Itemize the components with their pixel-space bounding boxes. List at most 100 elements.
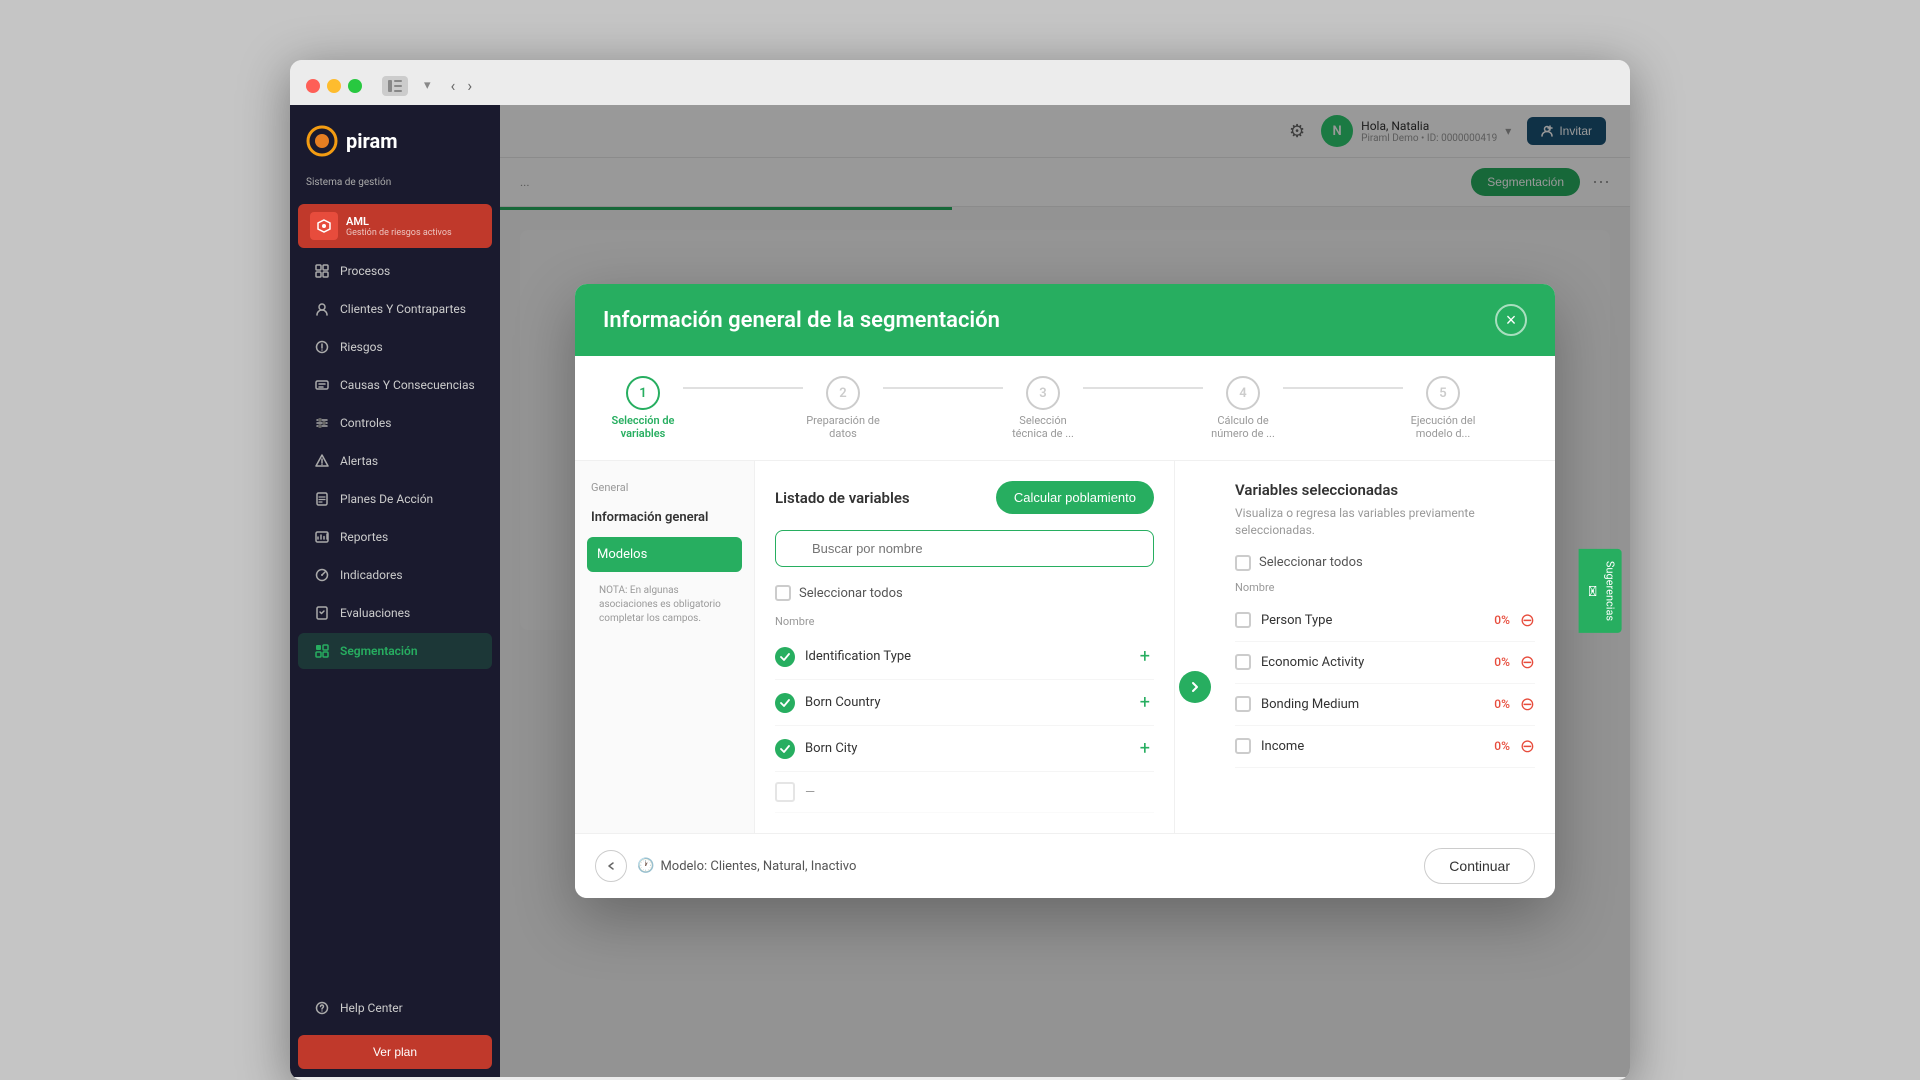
- app-logo: piram: [290, 105, 500, 177]
- step-2[interactable]: 2 Preparación de datos: [803, 376, 883, 440]
- variables-panel: Listado de variables Calcular poblamient…: [755, 461, 1175, 833]
- riesgos-label: Riesgos: [340, 340, 383, 354]
- var-born-country-checkbox[interactable]: [775, 693, 795, 713]
- aml-label: AML: [346, 215, 452, 228]
- sidebar-item-planes[interactable]: Planes De Acción: [298, 481, 492, 517]
- clientes-icon: [314, 301, 330, 317]
- step-2-label: Preparación de datos: [803, 414, 883, 440]
- sidebar-item-indicadores[interactable]: Indicadores: [298, 557, 492, 593]
- step-4-label: Cálculo de número de ...: [1203, 414, 1283, 440]
- modal-sidebar-modelos[interactable]: Modelos: [587, 537, 742, 572]
- selected-panel: Variables seleccionadas Visualiza o regr…: [1215, 461, 1555, 833]
- sidebar-item-evaluaciones[interactable]: Evaluaciones: [298, 595, 492, 631]
- var-born-country-add-button[interactable]: +: [1136, 690, 1154, 715]
- modal-note: NOTA: En algunas asociaciones es obligat…: [587, 572, 742, 638]
- sel-bonding-medium-checkbox[interactable]: [1235, 696, 1251, 712]
- sidebar-toggle-button[interactable]: [382, 76, 408, 96]
- alertas-icon: [314, 453, 330, 469]
- selected-select-all-label: Seleccionar todos: [1259, 555, 1363, 570]
- close-window-button[interactable]: [306, 79, 320, 93]
- modal-title: Información general de la segmentación: [603, 308, 1000, 333]
- variables-col-header: Nombre: [775, 615, 1154, 628]
- aml-icon: [310, 212, 338, 240]
- fullscreen-window-button[interactable]: [348, 79, 362, 93]
- var-id-type-checkbox[interactable]: [775, 647, 795, 667]
- sel-bonding-medium-label: Bonding Medium: [1261, 697, 1484, 712]
- step-4[interactable]: 4 Cálculo de número de ...: [1203, 376, 1283, 440]
- selected-select-all-checkbox[interactable]: [1235, 555, 1251, 571]
- select-all-checkbox[interactable]: [775, 585, 791, 601]
- sel-income-label: Income: [1261, 739, 1484, 754]
- aml-sublabel: Gestión de riesgos activos: [346, 228, 452, 238]
- selected-item-person-type: Person Type 0% ⊖: [1235, 600, 1535, 642]
- modal-sidebar: General Información general Modelos NOTA…: [575, 461, 755, 833]
- minimize-window-button[interactable]: [327, 79, 341, 93]
- forward-nav-button[interactable]: ›: [463, 74, 476, 97]
- back-nav-button[interactable]: ‹: [447, 74, 460, 97]
- sidebar-item-help[interactable]: Help Center: [298, 990, 492, 1026]
- step-1[interactable]: 1 Selección de variables: [603, 376, 683, 440]
- footer-left: 🕐 Modelo: Clientes, Natural, Inactivo: [595, 850, 856, 882]
- sel-income-checkbox[interactable]: [1235, 738, 1251, 754]
- transfer-arrow-button[interactable]: [1179, 671, 1211, 703]
- calcular-poblamiento-button[interactable]: Calcular poblamiento: [996, 481, 1154, 514]
- selected-panel-subtitle: Visualiza o regresa las variables previa…: [1235, 505, 1535, 539]
- sugerencias-tab[interactable]: Sugerencias ✉: [1578, 549, 1621, 633]
- sel-economic-activity-percent: 0%: [1494, 655, 1510, 669]
- sidebar-item-clientes[interactable]: Clientes Y Contrapartes: [298, 291, 492, 327]
- evaluaciones-label: Evaluaciones: [340, 606, 410, 620]
- help-icon: [314, 1000, 330, 1016]
- select-all-row: Seleccionar todos: [775, 581, 1154, 605]
- search-wrapper: 🔍: [775, 530, 1154, 567]
- planes-label: Planes De Acción: [340, 492, 433, 506]
- sel-person-type-checkbox[interactable]: [1235, 612, 1251, 628]
- var-id-type-add-button[interactable]: +: [1136, 644, 1154, 669]
- sidebar-item-aml[interactable]: AML Gestión de riesgos activos: [298, 204, 492, 248]
- reportes-label: Reportes: [340, 530, 388, 544]
- continuar-button[interactable]: Continuar: [1424, 848, 1535, 884]
- selected-col-header: Nombre: [1235, 581, 1535, 594]
- model-indicator: 🕐 Modelo: Clientes, Natural, Inactivo: [637, 858, 856, 874]
- sel-income-remove-button[interactable]: ⊖: [1520, 736, 1535, 757]
- search-input[interactable]: [775, 530, 1154, 567]
- variables-panel-title: Listado de variables: [775, 489, 910, 507]
- sel-bonding-medium-remove-button[interactable]: ⊖: [1520, 694, 1535, 715]
- sel-income-percent: 0%: [1494, 739, 1510, 753]
- sel-economic-activity-checkbox[interactable]: [1235, 654, 1251, 670]
- modal-overlay: Información general de la segmentación ×…: [500, 105, 1630, 1077]
- clientes-label: Clientes Y Contrapartes: [340, 302, 466, 316]
- modal-sidebar-section-label: Información general: [587, 510, 742, 525]
- var-born-city-add-button[interactable]: +: [1136, 736, 1154, 761]
- selected-item-income: Income 0% ⊖: [1235, 726, 1535, 768]
- modal-content: Listado de variables Calcular poblamient…: [755, 461, 1555, 833]
- step-5[interactable]: 5 Ejecución del modelo d...: [1403, 376, 1483, 440]
- sel-economic-activity-label: Economic Activity: [1261, 655, 1484, 670]
- modal-close-button[interactable]: ×: [1495, 304, 1527, 336]
- var-born-city-label: Born City: [805, 741, 1126, 756]
- sugerencias-mail-icon: ✉: [1583, 585, 1599, 597]
- sel-economic-activity-remove-button[interactable]: ⊖: [1520, 652, 1535, 673]
- sidebar-item-controles[interactable]: Controles: [298, 405, 492, 441]
- sel-person-type-remove-button[interactable]: ⊖: [1520, 610, 1535, 631]
- footer-back-button[interactable]: [595, 850, 627, 882]
- modal-footer: 🕐 Modelo: Clientes, Natural, Inactivo Co…: [575, 833, 1555, 898]
- model-label: Modelo: Clientes, Natural, Inactivo: [660, 859, 856, 874]
- selected-item-economic-activity: Economic Activity 0% ⊖: [1235, 642, 1535, 684]
- sidebar-item-alertas[interactable]: Alertas: [298, 443, 492, 479]
- sidebar-item-reportes[interactable]: Reportes: [298, 519, 492, 555]
- step-3[interactable]: 3 Selección técnica de ...: [1003, 376, 1083, 440]
- var-born-city-checkbox[interactable]: [775, 739, 795, 759]
- sidebar-item-procesos[interactable]: Procesos: [298, 253, 492, 289]
- sidebar-item-segmentacion[interactable]: Segmentación: [298, 633, 492, 669]
- sel-person-type-percent: 0%: [1494, 613, 1510, 627]
- sidebar-item-causas[interactable]: Causas Y Consecuencias: [298, 367, 492, 403]
- var-more-checkbox[interactable]: [775, 782, 795, 802]
- dropdown-icon[interactable]: ▾: [424, 78, 431, 93]
- ver-plan-button[interactable]: Ver plan: [298, 1035, 492, 1069]
- variables-header: Listado de variables Calcular poblamient…: [775, 481, 1154, 514]
- step-1-label: Selección de variables: [603, 414, 683, 440]
- segmentacion-label: Segmentación: [340, 644, 418, 658]
- selected-item-bonding-medium: Bonding Medium 0% ⊖: [1235, 684, 1535, 726]
- segmentacion-icon: [314, 643, 330, 659]
- sidebar-item-riesgos[interactable]: Riesgos: [298, 329, 492, 365]
